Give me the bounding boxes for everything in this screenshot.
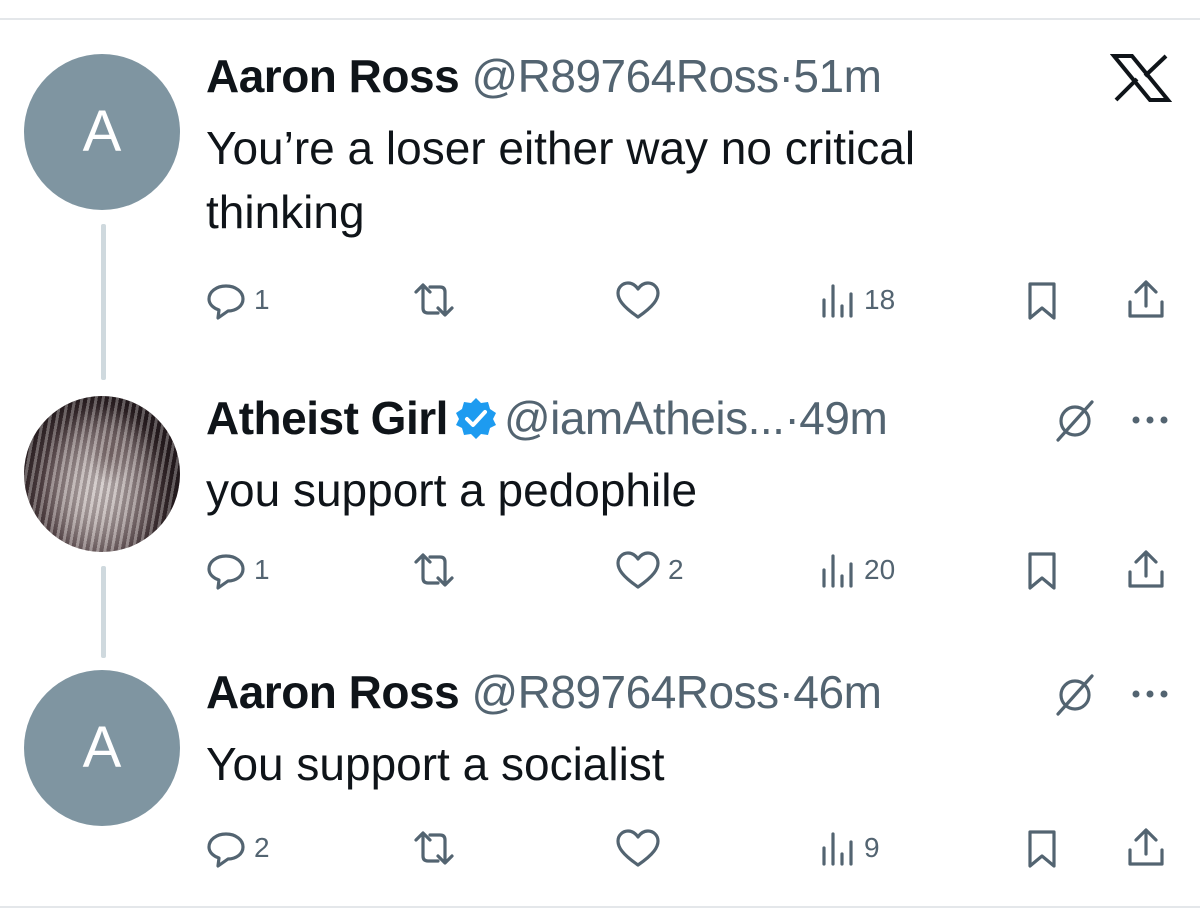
heart-icon <box>616 551 660 589</box>
thread-line <box>101 224 106 380</box>
author-handle[interactable]: @R89764Ross <box>471 666 779 718</box>
share-icon <box>1128 828 1164 866</box>
share-icon <box>1128 280 1164 318</box>
tweet-text: you support a pedophile <box>206 464 698 516</box>
grok-icon[interactable] <box>1052 398 1098 444</box>
reply-icon <box>207 832 245 868</box>
views-icon <box>822 554 853 588</box>
tweet-header: Aaron Ross @R89764Ross·46m <box>206 664 882 720</box>
tweet-text: You support a socialist <box>206 738 665 790</box>
author-name[interactable]: Atheist Girl <box>206 392 448 444</box>
like-button[interactable] <box>614 278 668 322</box>
heart-icon <box>616 829 660 867</box>
reply-button[interactable]: 2 <box>204 826 270 870</box>
separator-dot: · <box>778 666 794 718</box>
share-button[interactable] <box>1124 278 1168 322</box>
views-button[interactable]: 9 <box>818 826 880 870</box>
like-button[interactable]: 2 <box>614 548 684 592</box>
share-button[interactable] <box>1124 826 1168 870</box>
verified-badge-icon <box>455 398 496 439</box>
views-count: 18 <box>864 284 896 315</box>
author-handle[interactable]: @iamAtheis... <box>504 392 785 444</box>
timestamp[interactable]: 46m <box>793 666 881 718</box>
tweet-header: Aaron Ross @R89764Ross·51m <box>206 48 882 104</box>
avatar-photo <box>24 396 180 552</box>
action-row: 1 2 20 <box>204 548 1184 592</box>
more-options-icon[interactable] <box>1130 414 1170 426</box>
bottom-divider <box>0 906 1200 908</box>
more-options-icon[interactable] <box>1130 688 1170 700</box>
grok-icon[interactable] <box>1052 672 1098 718</box>
retweet-button[interactable] <box>410 278 464 322</box>
action-row: 1 18 <box>204 278 1184 322</box>
bookmark-icon <box>1028 830 1056 868</box>
x-logo-icon[interactable] <box>1110 54 1172 102</box>
reply-button[interactable]: 1 <box>204 548 270 592</box>
retweet-icon <box>414 831 454 865</box>
avatar[interactable]: A <box>24 54 180 210</box>
bookmark-icon <box>1028 282 1056 320</box>
timestamp[interactable]: 49m <box>799 392 887 444</box>
avatar[interactable]: A <box>24 670 180 826</box>
reply-count: 1 <box>254 554 270 585</box>
views-count: 9 <box>864 832 880 863</box>
heart-icon <box>616 281 660 319</box>
top-divider <box>0 18 1200 20</box>
separator-dot: · <box>778 50 794 102</box>
reply-button[interactable]: 1 <box>204 278 270 322</box>
share-icon <box>1128 550 1164 588</box>
avatar[interactable] <box>24 396 180 552</box>
author-handle[interactable]: @R89764Ross <box>471 50 779 102</box>
action-row: 2 9 <box>204 826 1184 870</box>
bookmark-button[interactable] <box>1024 826 1060 870</box>
retweet-button[interactable] <box>410 548 464 592</box>
views-icon <box>822 284 853 318</box>
tweet-header: Atheist Girl @iamAtheis...·49m <box>206 390 888 446</box>
thread-line <box>101 566 106 658</box>
views-icon <box>822 832 853 866</box>
retweet-button[interactable] <box>410 826 464 870</box>
author-name[interactable]: Aaron Ross <box>206 666 460 718</box>
bookmark-icon <box>1028 552 1056 590</box>
retweet-icon <box>414 283 454 317</box>
separator-dot: · <box>784 392 800 444</box>
share-button[interactable] <box>1124 548 1168 592</box>
author-name[interactable]: Aaron Ross <box>206 50 460 102</box>
timestamp[interactable]: 51m <box>793 50 881 102</box>
bookmark-button[interactable] <box>1024 548 1060 592</box>
reply-icon <box>207 554 245 590</box>
like-button[interactable] <box>614 826 668 870</box>
bookmark-button[interactable] <box>1024 278 1060 322</box>
views-button[interactable]: 20 <box>818 548 895 592</box>
reply-count: 1 <box>254 284 270 315</box>
reply-icon <box>207 284 245 320</box>
views-button[interactable]: 18 <box>818 278 895 322</box>
tweet-text: You’re a loser either way no critical th… <box>206 122 916 238</box>
reply-count: 2 <box>254 832 270 863</box>
retweet-icon <box>414 553 454 587</box>
views-count: 20 <box>864 554 896 585</box>
like-count: 2 <box>668 554 684 585</box>
